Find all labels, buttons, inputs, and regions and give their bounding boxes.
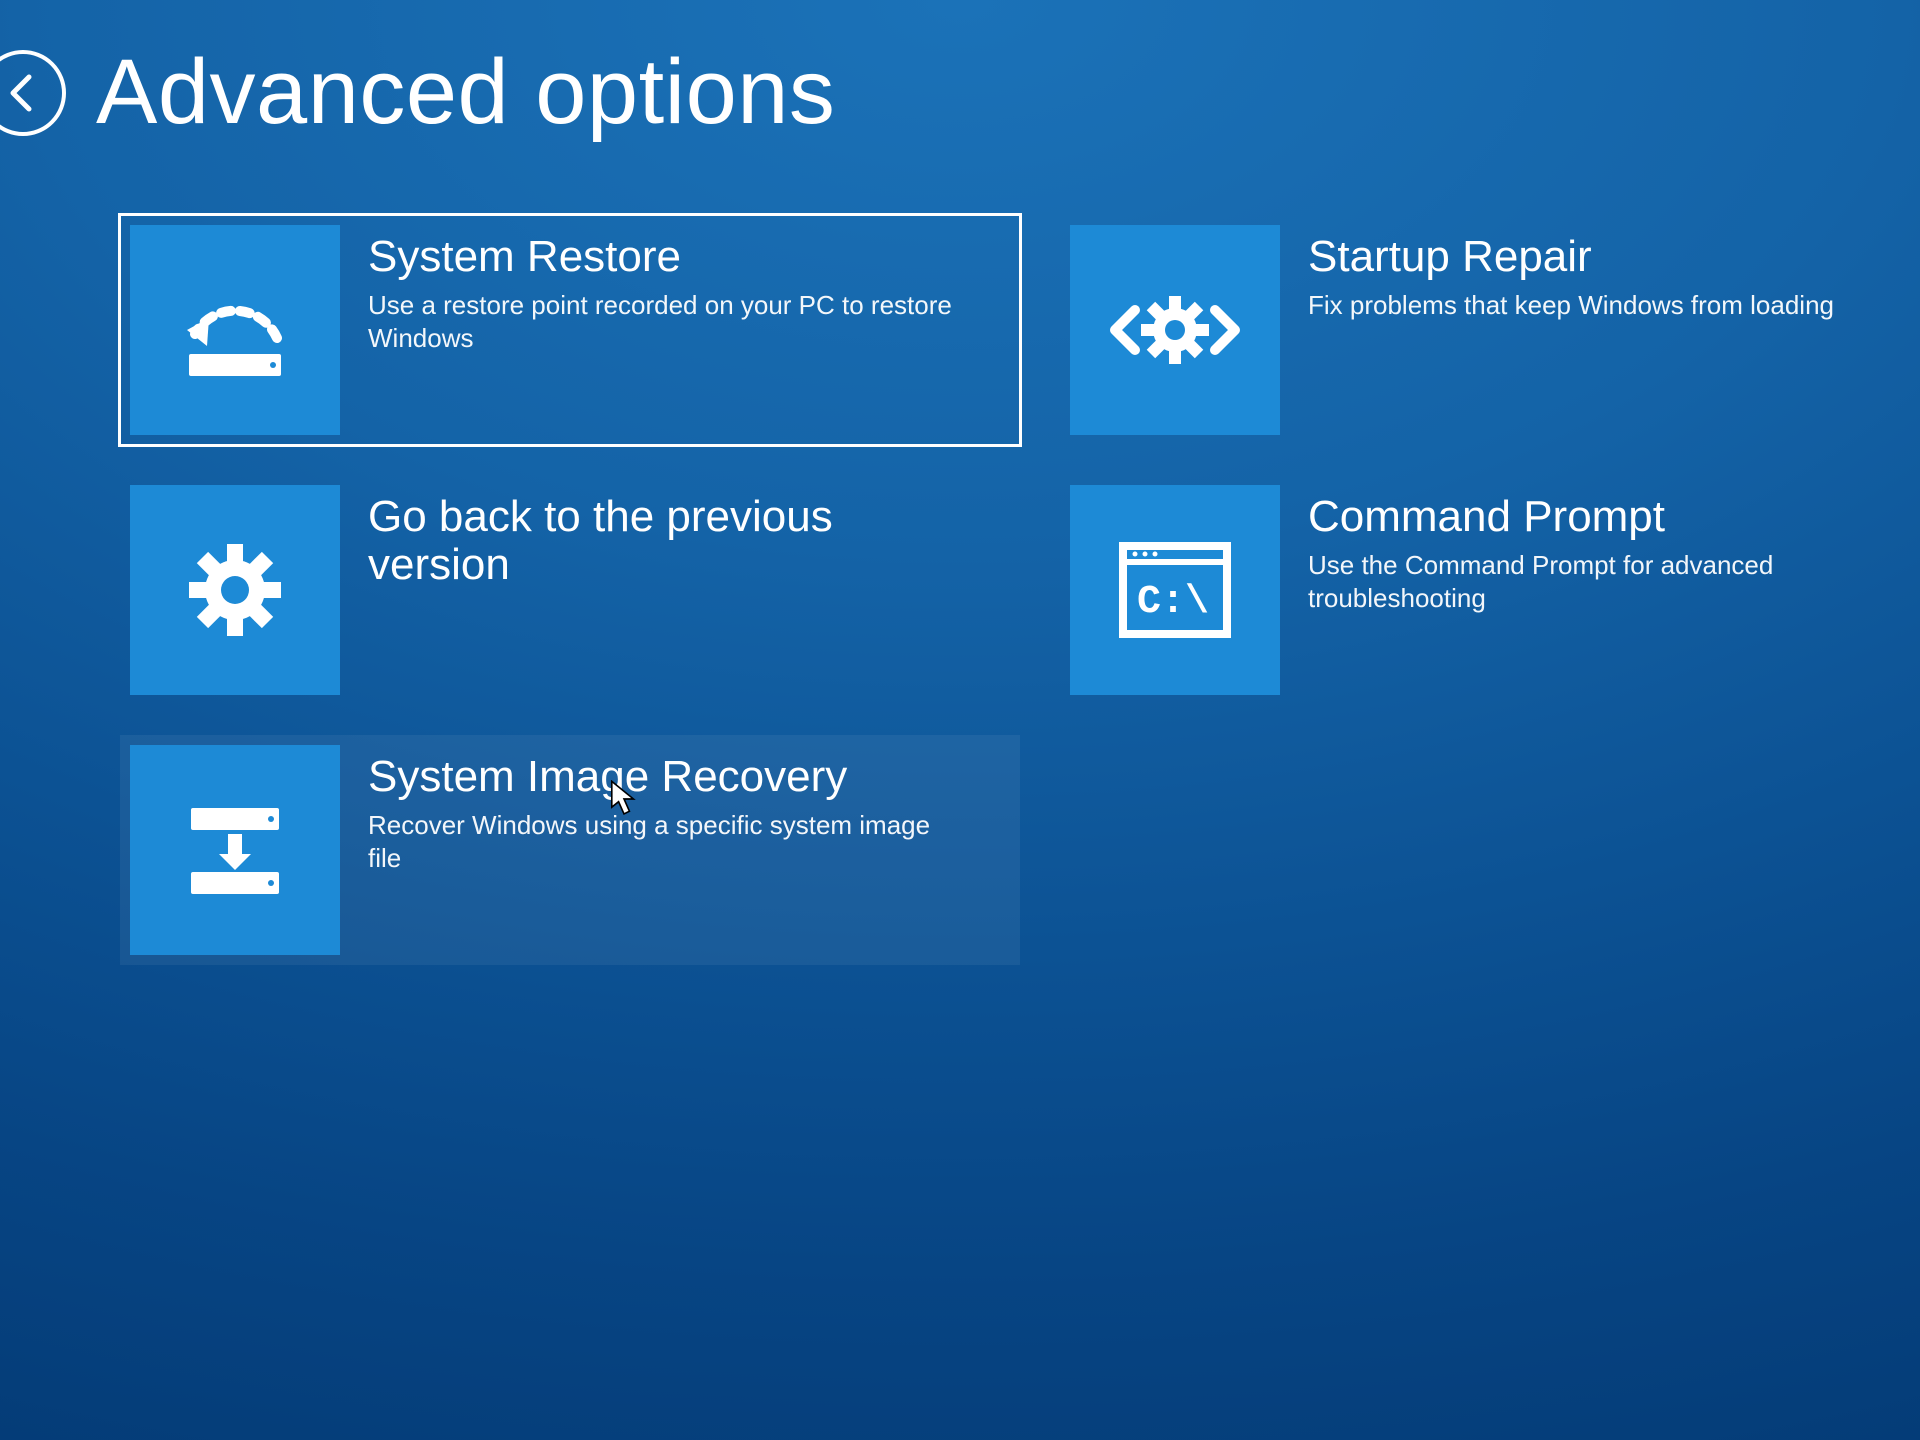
tile-desc: Use the Command Prompt for advanced trou… — [1308, 549, 1908, 614]
tile-go-back-previous-version[interactable]: Go back to the previous version — [120, 475, 1020, 705]
tile-text: Go back to the previous version — [340, 485, 988, 598]
svg-text:C:\: C:\ — [1137, 580, 1209, 625]
page-title: Advanced options — [96, 40, 835, 145]
tile-label: System Image Recovery — [368, 753, 968, 801]
system-image-recovery-icon — [130, 745, 340, 955]
startup-repair-icon — [1070, 225, 1280, 435]
gear-icon — [130, 485, 340, 695]
tile-desc: Recover Windows using a specific system … — [368, 809, 968, 874]
tile-label: System Restore — [368, 233, 968, 281]
tile-startup-repair[interactable]: Startup Repair Fix problems that keep Wi… — [1060, 215, 1920, 445]
tile-label: Command Prompt — [1308, 493, 1908, 541]
tile-command-prompt[interactable]: C:\ Command Prompt Use the Command Promp… — [1060, 475, 1920, 705]
tile-desc: Use a restore point recorded on your PC … — [368, 289, 968, 354]
tile-text: Command Prompt Use the Command Prompt fo… — [1280, 485, 1920, 614]
tile-system-image-recovery[interactable]: System Image Recovery Recover Windows us… — [120, 735, 1020, 965]
tile-label: Startup Repair — [1308, 233, 1834, 281]
tile-text: Startup Repair Fix problems that keep Wi… — [1280, 225, 1854, 322]
header: Advanced options — [30, 40, 1920, 145]
tile-system-restore[interactable]: System Restore Use a restore point recor… — [120, 215, 1020, 445]
options-grid: System Restore Use a restore point recor… — [120, 215, 1920, 965]
command-prompt-icon: C:\ — [1070, 485, 1280, 695]
tile-text: System Restore Use a restore point recor… — [340, 225, 988, 354]
tile-text: System Image Recovery Recover Windows us… — [340, 745, 988, 874]
back-arrow-icon — [0, 69, 47, 117]
tile-desc: Fix problems that keep Windows from load… — [1308, 289, 1834, 322]
system-restore-icon — [130, 225, 340, 435]
advanced-options-screen: Advanced options System Restore Use a re… — [0, 0, 1920, 1440]
back-button[interactable] — [0, 50, 66, 136]
tile-label: Go back to the previous version — [368, 493, 968, 590]
